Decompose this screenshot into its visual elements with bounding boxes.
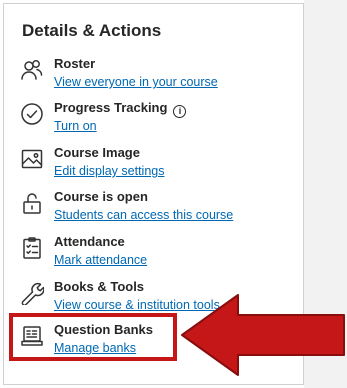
roster-title: Roster	[54, 56, 96, 71]
attendance-icon	[20, 236, 44, 260]
turn-on-link[interactable]: Turn on	[54, 119, 97, 133]
mark-attendance-link[interactable]: Mark attendance	[54, 253, 147, 267]
roster-link[interactable]: View everyone in your course	[54, 75, 218, 89]
attendance-title: Attendance	[54, 234, 125, 249]
course-open-title: Course is open	[54, 189, 148, 204]
attendance-item[interactable]: Attendance Mark attendance	[20, 234, 290, 274]
panel-title: Details & Actions	[22, 21, 162, 40]
edit-display-settings-link[interactable]: Edit display settings	[54, 164, 164, 178]
course-open-item[interactable]: Course is open Students can access this …	[20, 189, 290, 229]
info-icon[interactable]: i	[173, 105, 187, 118]
course-image-title: Course Image	[54, 145, 140, 160]
unlock-icon	[20, 191, 44, 215]
roster-item[interactable]: Roster View everyone in your course	[20, 56, 290, 96]
progress-tracking-title: Progress Tracking i	[54, 100, 187, 118]
progress-tracking-label: Progress Tracking	[54, 100, 168, 115]
course-image-icon	[20, 147, 44, 171]
question-banks-highlight-box	[9, 313, 177, 361]
red-arrow-annotation	[181, 294, 345, 376]
course-image-item[interactable]: Course Image Edit display settings	[20, 145, 290, 185]
wrench-icon	[20, 281, 44, 305]
books-tools-title: Books & Tools	[54, 279, 145, 294]
progress-tracking-icon	[20, 102, 44, 126]
students-access-link[interactable]: Students can access this course	[54, 208, 233, 222]
roster-icon	[20, 58, 44, 82]
progress-tracking-item[interactable]: Progress Tracking i Turn on	[20, 100, 290, 140]
